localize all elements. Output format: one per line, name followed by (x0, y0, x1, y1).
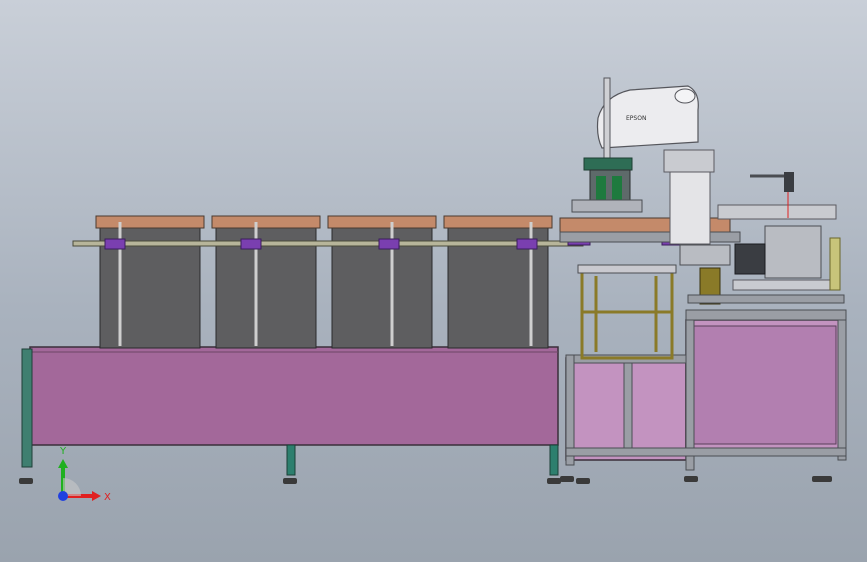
fixture-frame (580, 268, 674, 360)
left-leg-1 (286, 444, 296, 476)
left-end-post (21, 348, 33, 468)
storage-bin-1 (95, 215, 205, 349)
cabinet-feet (560, 476, 832, 484)
storage-bin-2 (211, 215, 321, 349)
y-axis-label: Y (59, 446, 67, 457)
end-effector (571, 157, 643, 213)
left-base-frame (29, 346, 559, 446)
leveling-feet (19, 478, 561, 484)
storage-bin-3 (327, 215, 437, 349)
cad-viewport[interactable]: EPSON Y X (0, 0, 867, 562)
robot-base-column (669, 171, 711, 245)
storage-bin-4 (443, 215, 553, 349)
left-leg-2 (549, 444, 559, 476)
robot-brand-label: EPSON (626, 115, 646, 122)
horizontal-rail (72, 240, 584, 247)
orientation-triad: Y X (58, 446, 111, 503)
robot-quill (603, 77, 611, 159)
robot-cell: EPSON (559, 77, 847, 484)
x-axis-label: X (104, 492, 111, 503)
